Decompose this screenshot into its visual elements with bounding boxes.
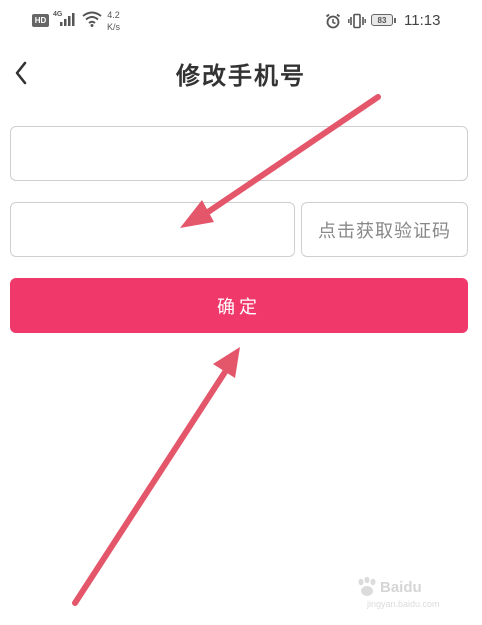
watermark: Baidu jingyan.baidu.com xyxy=(355,575,467,615)
battery-icon: 83 xyxy=(371,14,396,26)
verification-code-input[interactable] xyxy=(10,202,295,257)
watermark-url: jingyan.baidu.com xyxy=(367,599,440,609)
status-time: 11:13 xyxy=(404,12,441,29)
hd-label: HD xyxy=(34,16,47,25)
speed-value: 4.2 xyxy=(107,10,120,20)
speed-unit: K/s xyxy=(107,22,121,32)
confirm-button[interactable]: 确定 xyxy=(10,278,468,333)
network-speed: 4.2 K/s xyxy=(107,9,120,33)
get-verification-code-button[interactable]: 点击获取验证码 xyxy=(301,202,468,257)
paw-logo-icon xyxy=(358,577,376,596)
phone-number-input[interactable] xyxy=(10,126,468,181)
vibrate-icon xyxy=(348,13,366,29)
wifi-icon xyxy=(82,11,102,27)
alarm-icon xyxy=(325,13,341,29)
status-bar: HD 4G 4.2 K/s 83 11:13 xyxy=(0,0,482,44)
signal-icon xyxy=(60,13,75,26)
back-chevron-icon[interactable] xyxy=(10,58,34,88)
battery-level: 83 xyxy=(371,14,393,26)
page-title: 修改手机号 xyxy=(176,62,306,90)
arrow-to-confirm-button xyxy=(72,347,240,606)
hd-icon: HD xyxy=(32,14,49,27)
watermark-brand: Baidu xyxy=(380,579,422,596)
battery-tip xyxy=(394,17,396,23)
